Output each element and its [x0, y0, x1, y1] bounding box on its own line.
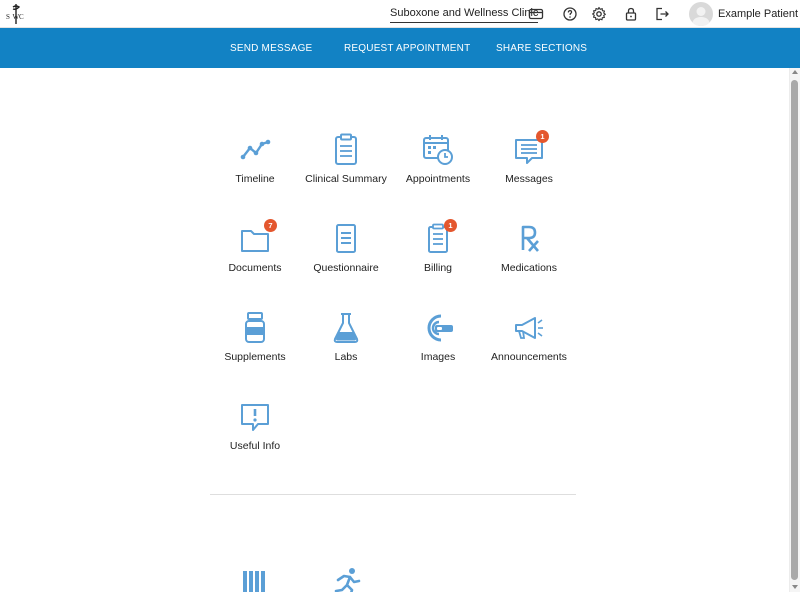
- flask-icon: [333, 313, 359, 343]
- tile-appointments[interactable]: Appointments: [392, 133, 484, 203]
- top-bar: S C W Suboxone and Wellness Clinic Examp…: [0, 0, 800, 28]
- gear-icon[interactable]: [591, 6, 607, 22]
- tile-messages[interactable]: 1 Messages: [483, 130, 575, 203]
- dashboard-content: Timeline Clinical Summary Appointments 1…: [0, 68, 788, 592]
- request-appointment-link[interactable]: REQUEST APPOINTMENT: [344, 43, 470, 54]
- tile-useful-info[interactable]: Useful Info: [209, 400, 301, 470]
- clipboard-icon: [335, 133, 357, 165]
- tile-questionnaire[interactable]: Questionnaire: [300, 222, 392, 292]
- tile-label: Medications: [500, 262, 558, 274]
- scroll-down-arrow-icon[interactable]: [792, 585, 798, 589]
- clinic-selector[interactable]: Suboxone and Wellness Clinic: [390, 7, 539, 23]
- pill-bottle-icon: [245, 312, 265, 343]
- info-alert-icon: [241, 404, 269, 431]
- tile-clinical-summary[interactable]: Clinical Summary: [300, 133, 392, 203]
- form-icon: [336, 224, 356, 253]
- tile-images[interactable]: Images: [392, 311, 484, 381]
- avatar[interactable]: [689, 2, 713, 26]
- help-icon[interactable]: [562, 6, 578, 22]
- tile-medications[interactable]: Medications: [483, 222, 575, 292]
- tile-label: Messages: [505, 173, 553, 185]
- user-avatar-icon: [692, 7, 710, 26]
- scroll-up-arrow-icon[interactable]: [792, 70, 798, 74]
- tile-label: Announcements: [491, 351, 567, 363]
- tile-timeline[interactable]: Timeline: [209, 133, 301, 203]
- user-name[interactable]: Example Patient: [718, 8, 798, 20]
- tile-library[interactable]: [209, 566, 301, 592]
- megaphone-icon: [515, 317, 543, 339]
- share-sections-link[interactable]: SHARE SECTIONS: [496, 43, 587, 54]
- count-badge: 1: [444, 219, 457, 232]
- library-icon: [243, 571, 265, 592]
- action-nav-bar: SEND MESSAGE REQUEST APPOINTMENT SHARE S…: [0, 28, 800, 68]
- lock-icon[interactable]: [623, 6, 639, 22]
- tile-labs[interactable]: Labs: [300, 311, 392, 381]
- credit-card-icon[interactable]: [528, 6, 544, 22]
- svg-text:C: C: [19, 13, 24, 21]
- tile-billing[interactable]: 1 Billing: [392, 219, 484, 292]
- prescription-icon: [521, 225, 539, 252]
- calendar-clock-icon: [423, 135, 453, 165]
- svg-text:W: W: [13, 13, 20, 21]
- tile-activity[interactable]: [300, 566, 392, 592]
- clinic-logo-icon[interactable]: S C W: [4, 2, 28, 26]
- logout-icon[interactable]: [654, 6, 670, 22]
- count-badge: 7: [264, 219, 277, 232]
- send-message-link[interactable]: SEND MESSAGE: [230, 43, 312, 54]
- page-scrollbar[interactable]: [789, 68, 800, 592]
- tile-supplements[interactable]: Supplements: [209, 311, 301, 381]
- mri-scanner-icon: [427, 314, 453, 342]
- timeline-icon: [240, 139, 271, 160]
- scrollbar-thumb[interactable]: [791, 80, 798, 580]
- tile-announcements[interactable]: Announcements: [483, 311, 575, 381]
- tile-label: Useful Info: [229, 440, 281, 452]
- unread-badge: 1: [536, 130, 549, 143]
- running-person-icon: [334, 568, 361, 592]
- tile-documents[interactable]: 7 Documents: [209, 219, 301, 292]
- svg-text:S: S: [6, 13, 10, 21]
- section-divider: [210, 494, 576, 495]
